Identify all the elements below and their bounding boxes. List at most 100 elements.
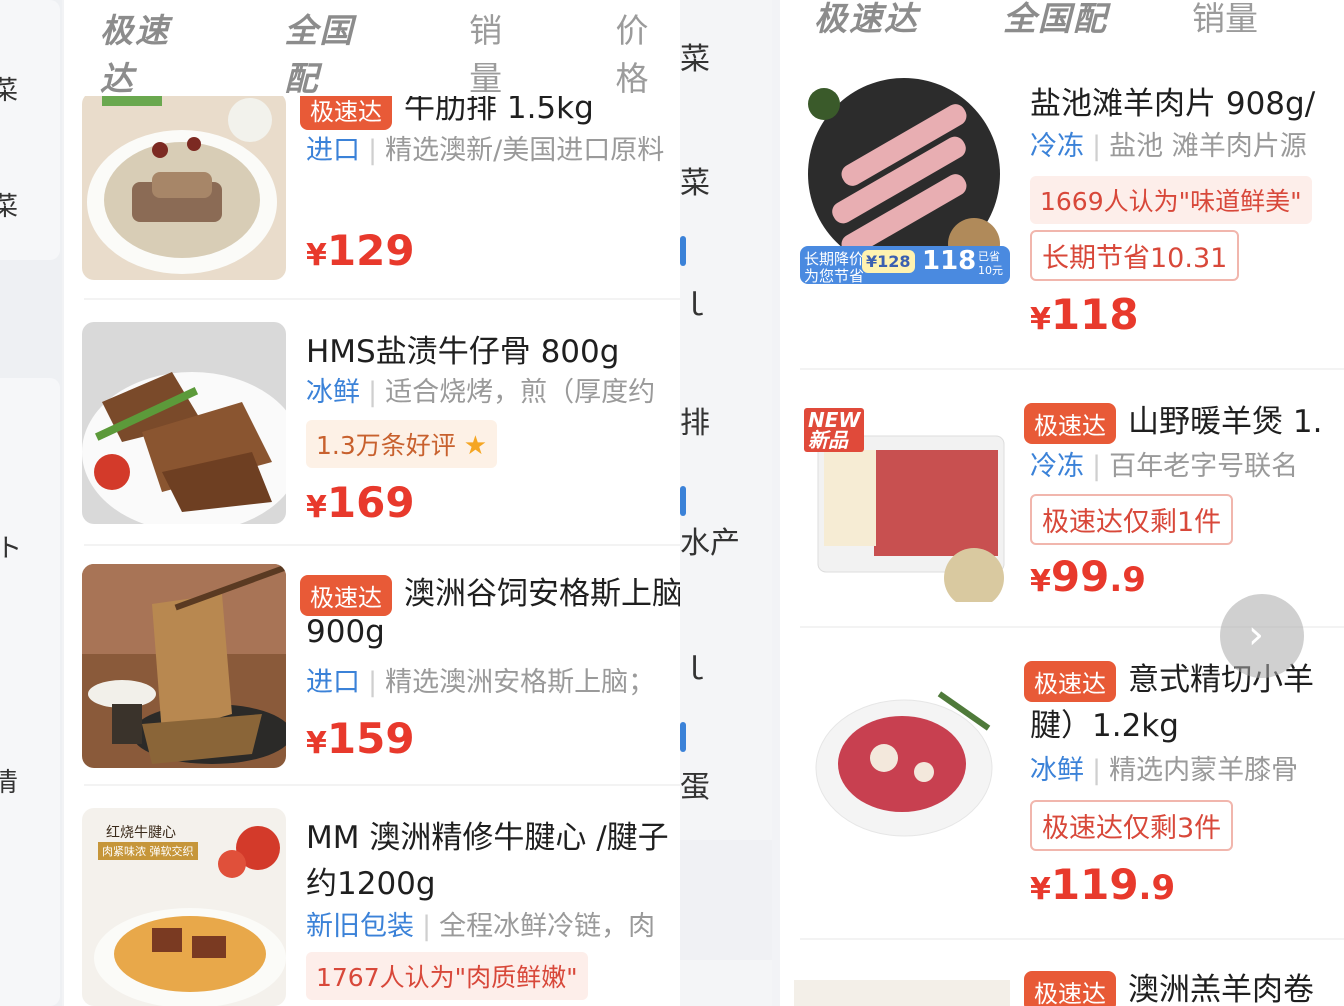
list-item[interactable]: 红烧牛腱心 肉紧味浓 弹软交织 MM 澳洲精修牛腱心 /腱子 约1200g 新旧… — [64, 786, 680, 1006]
product-title-line2: 900g — [306, 614, 385, 650]
product-subline: 冰鲜 | 精选内蒙羊膝骨 — [1030, 755, 1299, 786]
product-desc: 盐池 滩羊肉片源 — [1109, 131, 1307, 162]
sort-tab-bar: 极速达 全国配 销量 — [814, 0, 1258, 46]
tab-sales[interactable]: 销量 — [1192, 0, 1258, 40]
product-image: NEW 新品 — [794, 388, 1010, 602]
chevron-right-icon: › — [1248, 612, 1264, 658]
sort-tab-bar: 极速达 全国配 销量 价格 — [100, 11, 680, 98]
tab-express[interactable]: 极速达 — [100, 4, 203, 100]
saving-badge: 长期节省10.31 — [1030, 230, 1240, 281]
express-tag: 极速达 — [300, 575, 392, 616]
product-image: 红烧牛腱心 肉紧味浓 弹软交织 — [82, 808, 286, 1006]
express-tag: 极速达 — [1024, 971, 1116, 1006]
product-title[interactable]: HMS盐渍牛仔骨 800g — [306, 326, 619, 371]
list-item[interactable]: NEW 新品 极速达 山野暖羊煲 1. 冷冻 | 百年老字号联名 极速达仅剩1件 ¥99… — [780, 370, 1344, 628]
product-keyword: 冷冻 — [1030, 451, 1084, 482]
product-price: ¥169 — [306, 478, 415, 527]
express-tag: 极速达 — [1024, 661, 1116, 702]
tab-sales[interactable]: 销量 — [469, 4, 533, 100]
star-icon: ★ — [463, 431, 488, 461]
express-tag: 极速达 — [1024, 403, 1116, 444]
product-subline: 冷冻 | 百年老字号联名 — [1030, 451, 1299, 482]
product-keyword: 新旧包装 — [306, 911, 414, 942]
category-item[interactable]: 菜 — [0, 70, 18, 107]
product-desc: 百年老字号联名 — [1109, 451, 1299, 482]
product-title[interactable]: 盐池滩羊肉片 908g/ — [1030, 78, 1315, 123]
mid-category-label: 蛋 — [680, 770, 710, 805]
price-drop-banner: 长期降价 为您节省 ¥128 118 已省10元 — [800, 246, 1010, 284]
product-desc: 精选内蒙羊膝骨 — [1109, 755, 1299, 786]
product-title[interactable]: 极速达 牛肋排 1.5kg — [300, 96, 594, 130]
list-item[interactable]: 极速达 牛肋排 1.5kg 进口 | 精选澳新/美国进口原料 ¥129 — [64, 96, 680, 300]
product-image — [82, 322, 286, 524]
product-subline: 新旧包装 | 全程冰鲜冷链，肉 — [306, 911, 656, 942]
product-image — [794, 980, 1010, 1006]
product-subline: 冰鲜 | 适合烧烤，煎（厚度约 — [306, 377, 656, 408]
category-item[interactable]: 菜 — [0, 186, 18, 223]
mid-category-label: 水产 — [680, 526, 740, 561]
rating-badge: 1.3万条好评 ★ — [306, 420, 498, 468]
product-title-line2: 约1200g — [306, 866, 436, 902]
product-list-card: 极速达 全国配 销量 长期降价 为您节省 ¥128 118 已省10元 盐池滩羊… — [780, 0, 1344, 1006]
image-caption: 红烧牛腱心 — [106, 825, 176, 841]
new-product-badge: NEW 新品 — [804, 408, 865, 452]
stock-badge: 极速达仅剩1件 — [1030, 494, 1234, 545]
mid-category-label: ｌ — [680, 652, 710, 687]
product-keyword: 进口 — [306, 667, 360, 698]
product-subline: 进口 | 精选澳洲安格斯上脑； — [306, 667, 656, 698]
product-image — [82, 564, 286, 768]
right-screenshot-pane: 极速达 全国配 销量 长期降价 为您节省 ¥128 118 已省10元 盐池滩羊… — [772, 0, 1344, 1006]
tab-price[interactable]: 价格 — [616, 4, 680, 100]
mid-blue-marker — [680, 486, 686, 516]
product-title[interactable]: MM 澳洲精修牛腱心 /腱子 — [306, 812, 669, 857]
product-title[interactable]: 极速达 山野暖羊煲 1. — [1024, 396, 1322, 444]
category-item[interactable]: ト — [0, 528, 22, 565]
product-keyword: 进口 — [306, 135, 360, 166]
product-desc: 适合烧烤，煎（厚度约 — [385, 377, 656, 408]
category-sidebar: 菜 菜 ト 清 — [0, 0, 62, 1006]
category-block — [0, 378, 60, 1006]
product-price: ¥119.9 — [1030, 860, 1176, 909]
mid-blue-marker — [680, 236, 686, 266]
product-keyword: 冰鲜 — [1030, 755, 1084, 786]
product-image: 长期降价 为您节省 ¥128 118 已省10元 — [794, 74, 1010, 294]
list-item[interactable]: 长期降价 为您节省 ¥128 118 已省10元 盐池滩羊肉片 908g/ 冷冻… — [780, 64, 1344, 370]
product-subline: 冷冻 | 盐池 滩羊肉片源 — [1030, 131, 1307, 162]
list-item[interactable]: 极速达 澳洲谷饲安格斯上脑 900g 进口 | 精选澳洲安格斯上脑； ¥159 — [64, 546, 680, 786]
product-desc: 全程冰鲜冷链，肉 — [439, 911, 656, 942]
product-keyword: 冰鲜 — [306, 377, 360, 408]
review-highlight-badge: 1767人认为"肉质鲜嫩" — [306, 952, 588, 1000]
product-price: ¥118 — [1030, 290, 1139, 339]
mid-blue-marker — [680, 722, 686, 752]
product-price: ¥99.9 — [1030, 552, 1146, 601]
product-title-line2: 腱）1.2kg — [1030, 708, 1179, 744]
product-price: ¥159 — [306, 714, 415, 763]
middle-screenshot-pane: 菜 菜 ｌ 排 水产 ｌ 蛋 — [680, 0, 772, 1006]
product-image — [82, 96, 286, 280]
product-title[interactable]: 极速达 澳洲谷饲安格斯上脑 — [300, 568, 680, 616]
tab-nationwide[interactable]: 全国配 — [1003, 0, 1108, 40]
image-caption: 肉紧味浓 弹软交织 — [98, 842, 198, 860]
mid-category-label: ｌ — [680, 288, 710, 323]
mid-category-label: 菜 — [680, 42, 710, 77]
product-keyword: 冷冻 — [1030, 131, 1084, 162]
tab-nationwide[interactable]: 全国配 — [285, 4, 388, 100]
product-title[interactable]: 极速达 澳洲羔羊肉卷 — [1024, 964, 1314, 1006]
mid-category-label: 菜 — [680, 166, 710, 201]
list-item[interactable]: 极速达 澳洲羔羊肉卷 — [780, 940, 1344, 1006]
product-subline: 进口 | 精选澳新/美国进口原料 — [306, 135, 665, 166]
review-highlight-badge: 1669人认为"味道鲜美" — [1030, 176, 1312, 224]
list-item[interactable]: HMS盐渍牛仔骨 800g 冰鲜 | 适合烧烤，煎（厚度约 1.3万条好评 ★ ¥1… — [64, 300, 680, 546]
express-tag: 极速达 — [300, 96, 392, 130]
category-item[interactable]: 清 — [0, 762, 18, 799]
product-image — [794, 668, 1010, 858]
next-page-button[interactable]: › — [1220, 594, 1304, 678]
tab-express[interactable]: 极速达 — [814, 0, 919, 40]
left-screenshot-pane: 菜 菜 ト 清 极速达 全国配 销量 价格 菜 — [0, 0, 680, 1006]
mid-category-label: 排 — [680, 406, 710, 441]
stock-badge: 极速达仅剩3件 — [1030, 800, 1234, 851]
product-list-card: 极速达 全国配 销量 价格 菜 极速达牛肋排 1.5k — [64, 0, 680, 1006]
product-desc: 精选澳新/美国进口原料 — [385, 135, 665, 166]
product-price: ¥129 — [306, 226, 415, 275]
product-desc: 精选澳洲安格斯上脑； — [385, 667, 656, 698]
